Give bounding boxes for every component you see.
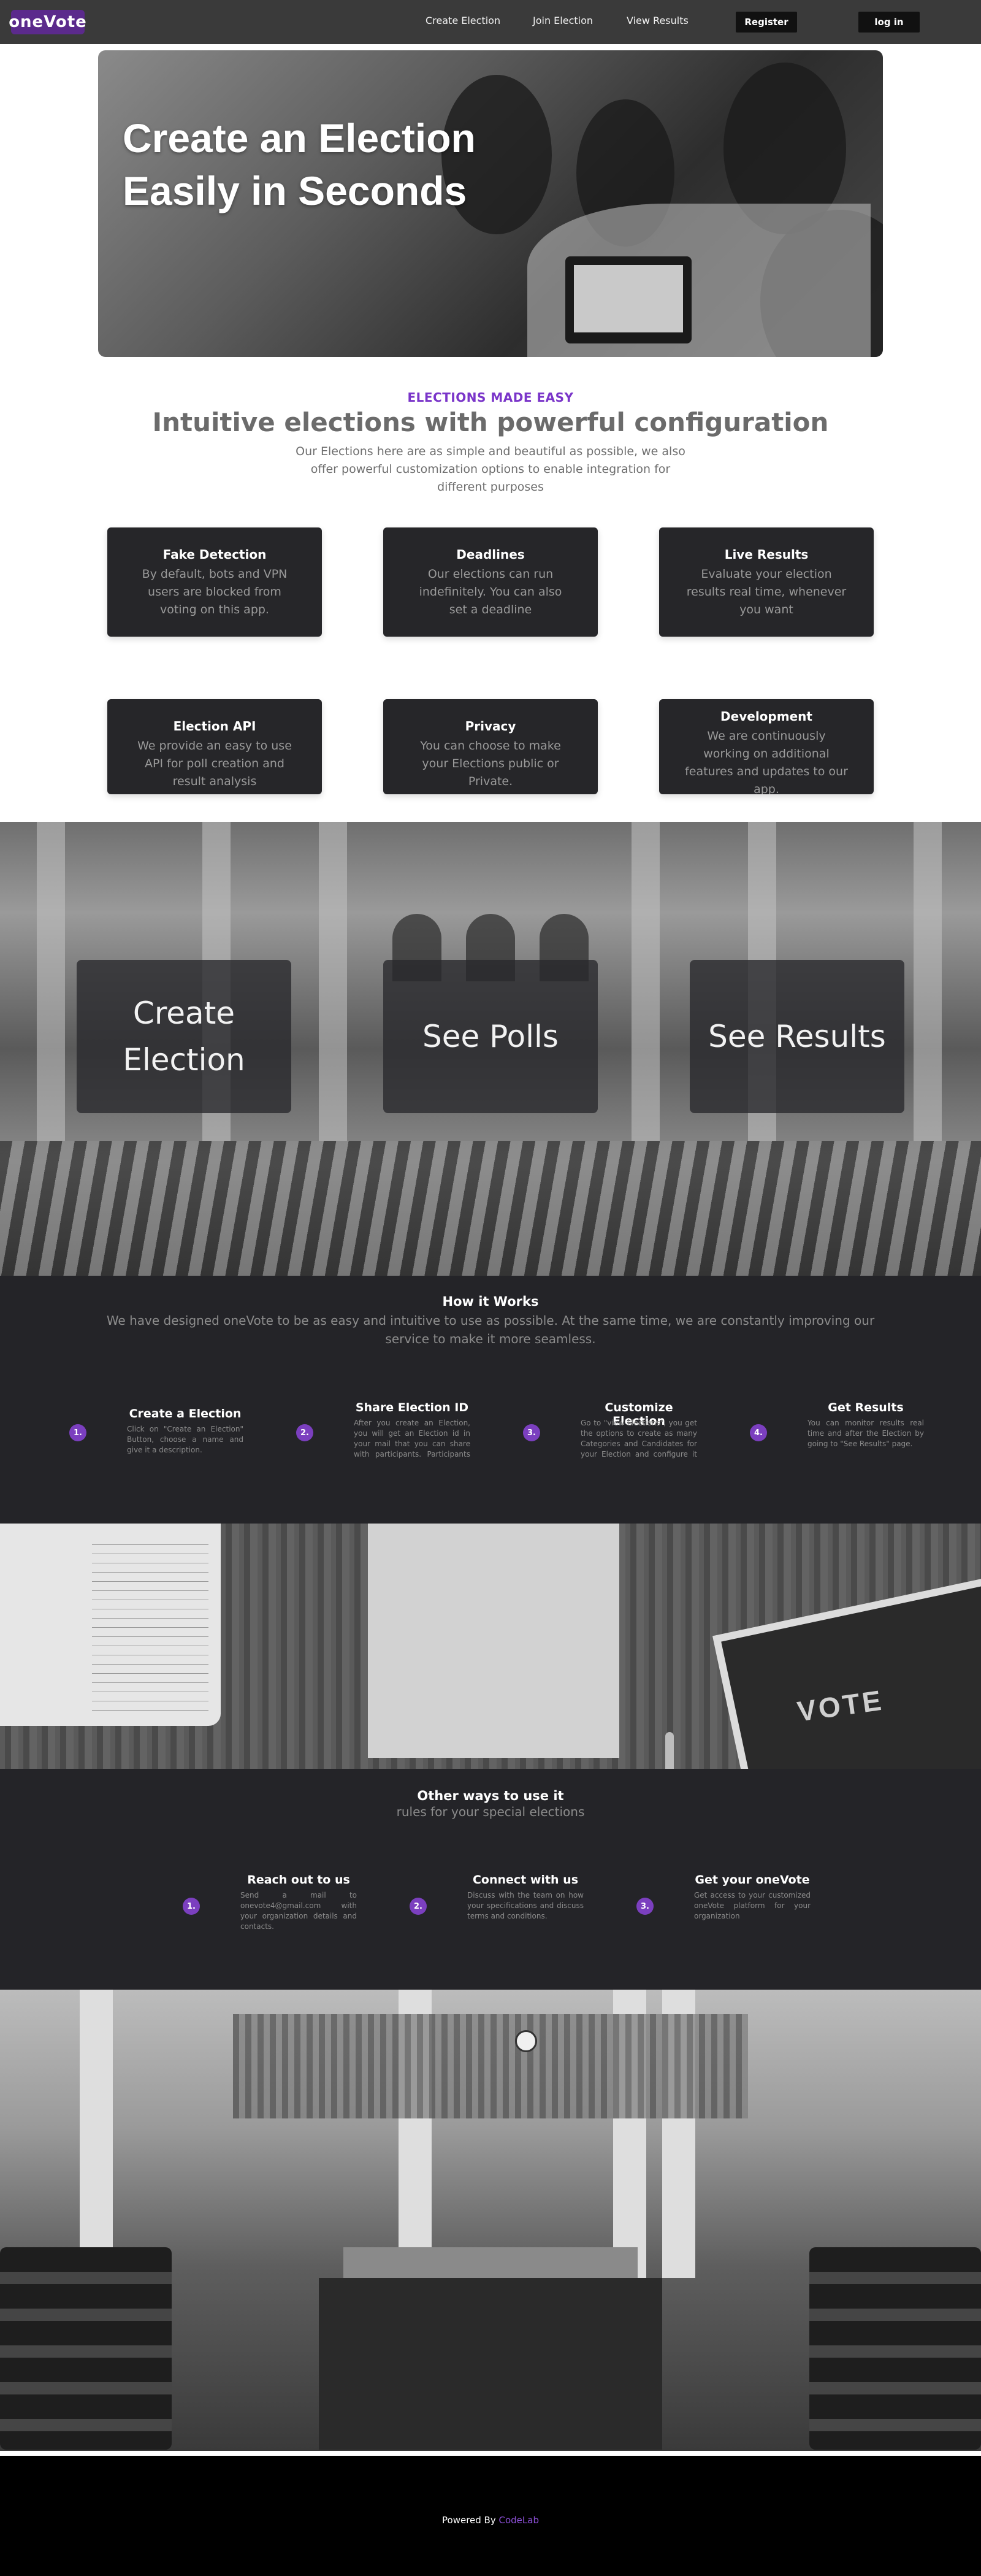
vote-board: [712, 1574, 981, 1769]
other-subtitle: rules for your special elections: [396, 1804, 585, 1819]
footer-prefix: Powered By: [442, 2515, 499, 2526]
step-desc: Go to "view Elections", you get the opti…: [581, 1419, 697, 1459]
step-number: 2.: [410, 1898, 427, 1915]
vote-desk-image: VOTE: [0, 1524, 981, 1769]
feature-desc: You can choose to make your Elections pu…: [420, 739, 561, 788]
hero-banner: Create an Election Easily in Seconds: [98, 50, 883, 357]
step-title: Reach out to us: [247, 1873, 350, 1887]
step-number: 3.: [636, 1898, 654, 1915]
feature-card-live-results: Live Results Evaluate your election resu…: [659, 527, 874, 637]
feature-desc: We provide an easy to use API for poll c…: [137, 739, 292, 788]
footer: Powered By CodeLab: [0, 2451, 981, 2576]
onevote-logo[interactable]: oneVote: [9, 10, 86, 34]
step-desc: Discuss with the team on how your specif…: [467, 1891, 584, 1920]
section-headline: Intuitive elections with powerful config…: [152, 407, 829, 437]
feature-desc: Our elections can run indefinitely. You …: [419, 567, 562, 616]
feature-desc: Evaluate your election results real time…: [686, 567, 847, 616]
other-ways-section: Other ways to use it rules for your spec…: [0, 1769, 981, 1990]
notebook: [0, 1524, 221, 1726]
create-election-card[interactable]: Create Election: [77, 960, 291, 1113]
hero-title: Create an Election Easily in Seconds: [123, 115, 476, 213]
see-polls-card[interactable]: See Polls: [383, 960, 598, 1113]
footer-credit: Powered By CodeLab: [0, 2515, 981, 2526]
other-title: Other ways to use it: [417, 1788, 564, 1803]
hero-laptop: [565, 256, 692, 343]
step-number: 4.: [750, 1424, 767, 1441]
see-results-card[interactable]: See Results: [690, 960, 904, 1113]
pencil: [665, 1732, 674, 1769]
courtroom-image: [0, 1990, 981, 2451]
feature-card-election-api: Election API We provide an easy to use A…: [107, 699, 322, 794]
blank-paper: [368, 1524, 619, 1758]
step-number: 1.: [69, 1424, 86, 1441]
footer-brand-link[interactable]: CodeLab: [499, 2515, 539, 2526]
section-eyebrow: ELECTIONS MADE EASY: [407, 390, 574, 405]
feature-title: Development: [720, 709, 812, 724]
feature-card-fake-detection: Fake Detection By default, bots and VPN …: [107, 527, 322, 637]
section-subline: Our Elections here are as simple and bea…: [296, 445, 685, 494]
step-title: Share Election ID: [355, 1401, 469, 1414]
feature-title: Fake Detection: [162, 547, 267, 562]
feature-desc: We are continuously working on additiona…: [685, 729, 848, 794]
step-desc: Click on "Create an Election" Button, ch…: [127, 1425, 243, 1454]
feature-title: Deadlines: [456, 547, 525, 562]
how-it-works-section: How it Works We have designed oneVote to…: [0, 1276, 981, 1524]
step-desc: You can monitor results real time and af…: [807, 1419, 924, 1448]
feature-desc: By default, bots and VPN users are block…: [142, 567, 288, 616]
nav-create-election[interactable]: Create Election: [426, 15, 500, 26]
feature-card-deadlines: Deadlines Our elections can run indefini…: [383, 527, 598, 637]
step-number: 1.: [183, 1898, 200, 1915]
login-button[interactable]: log in: [858, 12, 920, 33]
step-desc: After you create an Election, you will g…: [354, 1419, 470, 1459]
how-title: How it Works: [442, 1294, 539, 1309]
feature-title: Election API: [173, 719, 256, 734]
feature-card-privacy: Privacy You can choose to make your Elec…: [383, 699, 598, 794]
feature-title: Privacy: [465, 719, 516, 734]
step-title: Connect with us: [472, 1873, 579, 1887]
feature-title: Live Results: [724, 547, 809, 562]
step-title: Create a Election: [129, 1407, 242, 1420]
step-desc: Send a mail to onevote4@gmail.com with y…: [240, 1891, 357, 1931]
feature-card-development: Development We are continuously working …: [659, 699, 874, 794]
step-number: 2.: [296, 1424, 313, 1441]
library-background: Create Election See Polls See Results: [0, 822, 981, 1276]
top-navbar: oneVote Create Election Join Election Vi…: [0, 0, 981, 44]
step-desc: Get access to your customized oneVote pl…: [694, 1891, 811, 1920]
step-title: Get Results: [828, 1401, 904, 1414]
clock-icon: [515, 2030, 537, 2052]
step-title: Get your oneVote: [695, 1873, 810, 1887]
nav-view-results[interactable]: View Results: [627, 15, 689, 26]
nav-join-election[interactable]: Join Election: [533, 15, 593, 26]
register-button[interactable]: Register: [736, 12, 797, 33]
how-subtitle: We have designed oneVote to be as easy a…: [106, 1313, 875, 1346]
step-number: 3.: [523, 1424, 540, 1441]
